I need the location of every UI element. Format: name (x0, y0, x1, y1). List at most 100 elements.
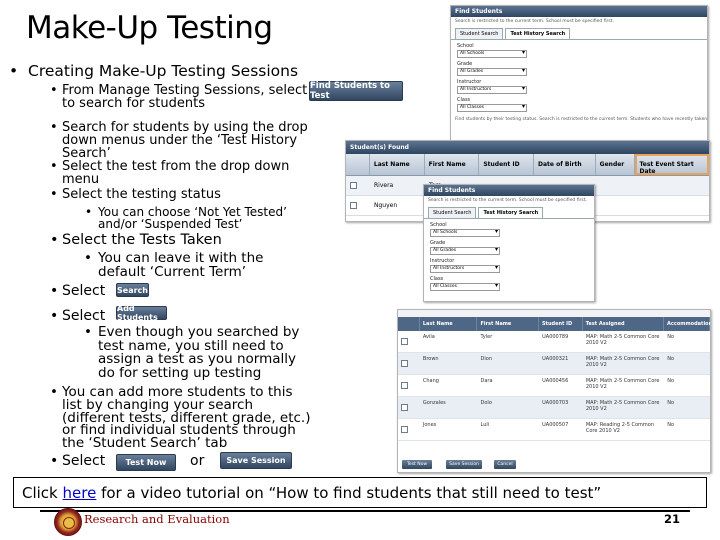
col-first-name[interactable]: First Name (477, 317, 539, 331)
cell-last-name: Avila (422, 334, 435, 340)
cell-last-name: Rivera (374, 182, 394, 189)
col-test-assigned[interactable]: Test Assigned (583, 317, 665, 331)
col-test-event-start-date[interactable]: Test Event Start Date (635, 154, 709, 175)
row-checkbox[interactable] (401, 338, 408, 345)
results-header-row: Last Name First Name Student ID Date of … (346, 154, 709, 176)
cell-student-id: UA000456 (542, 378, 569, 384)
grade-label: Grade (430, 240, 446, 246)
cell-test-assigned[interactable]: MAP: Reading 2-5 Common Core 2010 V2 (583, 419, 664, 440)
tab-test-history-search[interactable]: Test History Search (505, 28, 571, 39)
row-checkbox[interactable] (401, 360, 408, 367)
test-now-mini-button[interactable]: Test Now (402, 460, 432, 469)
cell-student-id: UA000507 (542, 422, 569, 428)
row-checkbox[interactable] (401, 426, 408, 433)
cell-test-assigned[interactable]: MAP: Math 2-5 Common Core 2010 V2 (583, 331, 664, 352)
col-gender[interactable]: Gender (596, 154, 636, 175)
tab-student-search[interactable]: Student Search (455, 28, 504, 39)
panel-title: Find Students (424, 185, 594, 196)
class-label: Class (457, 97, 471, 103)
save-session-button[interactable]: Save Session (220, 452, 292, 469)
bullet-dot: • (9, 62, 19, 80)
instructor-select[interactable]: All Instructors (457, 86, 527, 94)
add-students-button[interactable]: Add Students (116, 304, 167, 322)
col-student-id[interactable]: Student ID (539, 317, 583, 331)
district-seal-logo (54, 508, 82, 536)
page-number: 21 (664, 512, 681, 526)
grade-label: Grade (457, 61, 473, 67)
panel-title: Find Students (451, 6, 707, 17)
bullet-find-students: • From Manage Testing Sessions, select t… (50, 83, 308, 111)
cell-first-name: Dolo (480, 400, 492, 406)
row-checkbox[interactable] (401, 382, 408, 389)
cell-test-assigned[interactable]: MAP: Math 2-5 Common Core 2010 V2 (583, 397, 664, 418)
table-row: Jones Luli UA000507 MAP: Reading 2-5 Com… (398, 419, 710, 441)
col-student-id[interactable]: Student ID (479, 154, 535, 175)
row-checkbox[interactable] (350, 202, 357, 209)
school-select[interactable]: All Schools (430, 229, 500, 237)
class-select[interactable]: All Classes (430, 283, 500, 291)
instructor-label: Instructor (430, 258, 455, 264)
bullet-search-dropdowns: • Search for students by using the drop … (50, 120, 308, 161)
or-text: or (190, 453, 205, 469)
cancel-mini-button[interactable]: Cancel (494, 460, 516, 469)
col-first-name[interactable]: First Name (425, 154, 480, 175)
table-row: Gonzales Dolo UA000703 MAP: Math 2-5 Com… (398, 397, 710, 419)
sub-bullet-assign-test: • Even though you searched by test name,… (84, 324, 300, 381)
table-row: Brown Dion UA000321 MAP: Math 2-5 Common… (398, 353, 710, 375)
table-row: Avila Tyler UA000789 MAP: Math 2-5 Commo… (398, 331, 710, 353)
grade-select[interactable]: All Grades (430, 247, 500, 255)
bullet-select-search: • Select (50, 283, 106, 299)
search-button[interactable]: Search (116, 283, 149, 297)
footer-prefix: Click (22, 484, 63, 502)
col-last-name[interactable]: Last Name (370, 154, 425, 175)
tab-test-history-search[interactable]: Test History Search (478, 207, 544, 218)
select-col-header (346, 154, 370, 175)
col-accommodations[interactable]: Accommodations (664, 317, 710, 331)
test-now-button[interactable]: Test Now (116, 454, 176, 471)
find-students-to-test-button[interactable]: Find Students to Test (309, 81, 403, 101)
cell-student-id: UA000321 (542, 356, 569, 362)
cell-first-name: Luli (480, 422, 490, 428)
cell-last-name: Chang (422, 378, 439, 384)
results-title: Student(s) Found (346, 141, 709, 154)
cell-test-assigned[interactable]: MAP: Math 2-5 Common Core 2010 V2 (583, 375, 664, 396)
instructor-label: Instructor (457, 79, 482, 85)
school-select[interactable]: All Schools (457, 50, 527, 58)
panel-tabs: Student Search Test History Search (451, 28, 707, 40)
cell-last-name: Brown (422, 356, 439, 362)
tests-rows: Avila Tyler UA000789 MAP: Math 2-5 Commo… (398, 331, 710, 441)
cell-accommodations: No (667, 378, 675, 384)
bullet-tests-taken: • Select the Tests Taken (50, 232, 222, 248)
panel-note: Search is restricted to the current term… (428, 198, 587, 203)
assigned-tests-panel: Last Name First Name Student ID Test Ass… (397, 309, 711, 473)
main-bullet: • Creating Make-Up Testing Sessions (9, 62, 298, 80)
class-select[interactable]: All Classes (457, 104, 527, 112)
col-last-name[interactable]: Last Name (420, 317, 478, 331)
save-session-mini-button[interactable]: Save Session (446, 460, 482, 469)
row-checkbox[interactable] (350, 182, 357, 189)
col-date-of-birth[interactable]: Date of Birth (534, 154, 596, 175)
cell-last-name: Nguyen (374, 202, 398, 209)
footer-suffix: for a video tutorial on “How to find stu… (96, 484, 602, 502)
cell-last-name: Gonzales (422, 400, 446, 406)
instructor-select[interactable]: All Instructors (430, 265, 500, 273)
tests-header-row: Last Name First Name Student ID Test Ass… (398, 317, 710, 331)
bullet-select-test: • Select the test from the drop down men… (50, 159, 290, 187)
class-label: Class (430, 276, 444, 282)
cell-student-id: UA000703 (542, 400, 569, 406)
tab-student-search[interactable]: Student Search (428, 207, 477, 218)
bullet-select-add-students: • Select (50, 308, 106, 324)
select-col-header (398, 317, 420, 331)
school-label: School (457, 43, 474, 49)
find-students-panel-bottom: Find Students Search is restricted to th… (423, 184, 595, 302)
row-checkbox[interactable] (401, 404, 408, 411)
cell-test-assigned[interactable]: MAP: Math 2-5 Common Core 2010 V2 (583, 353, 664, 374)
department-name: Research and Evaluation (84, 512, 230, 526)
grade-select[interactable]: All Grades (457, 68, 527, 76)
cell-accommodations: No (667, 422, 675, 428)
video-tutorial-link[interactable]: here (63, 484, 97, 502)
cell-accommodations: No (667, 334, 675, 340)
cell-first-name: Dara (480, 378, 493, 384)
panel-note: Search is restricted to the current term… (455, 19, 614, 24)
sub-bullet-status-options: • You can choose ‘Not Yet Tested’ and/or… (85, 205, 287, 231)
